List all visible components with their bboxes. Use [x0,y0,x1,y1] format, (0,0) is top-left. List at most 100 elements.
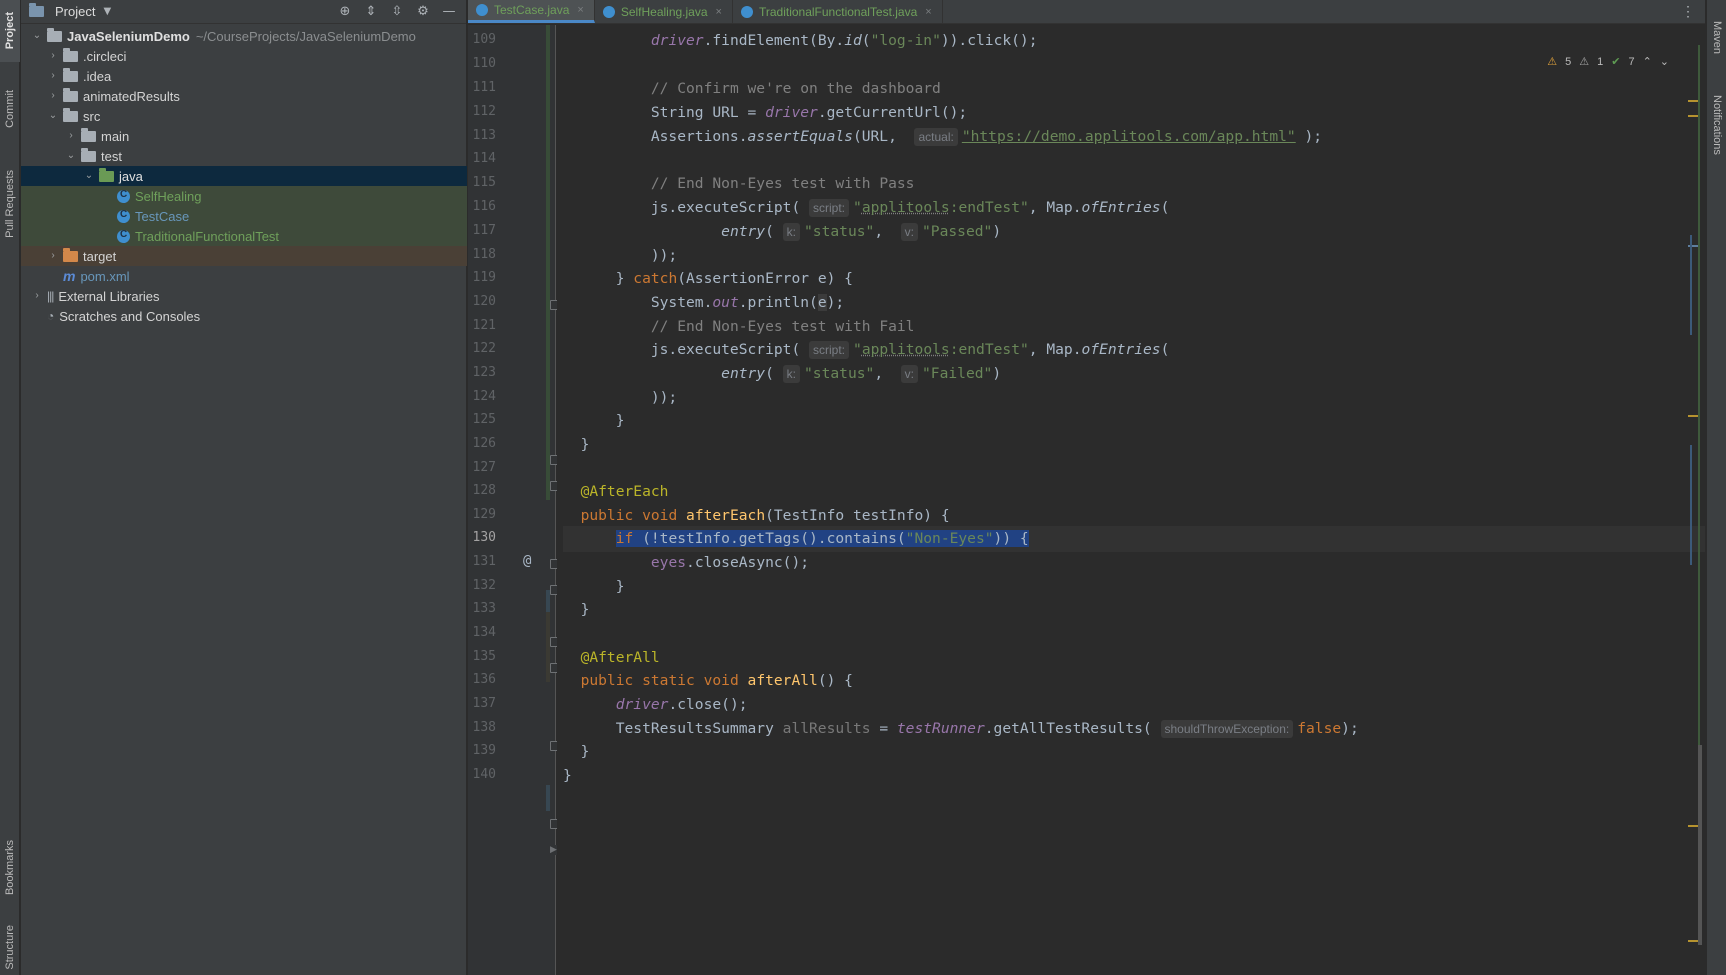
line-number[interactable]: 110 [468,56,496,71]
project-panel-title[interactable]: Project [55,4,95,19]
line-number[interactable]: 127 [468,460,496,475]
line-number[interactable]: 117 [468,223,496,238]
line-number[interactable]: 116 [468,199,496,214]
hide-icon[interactable]: — [442,4,456,19]
tree-item-label: JavaSeleniumDemo [67,28,190,44]
line-number[interactable]: 124 [468,389,496,404]
code-line: driver.close(); [615,696,748,713]
line-number[interactable]: 132 [468,578,496,593]
tree-item-label: java [119,168,143,184]
tree-item-target[interactable]: › target [21,246,467,266]
line-number[interactable]: 114 [468,151,496,166]
tree-item-label: .idea [83,68,112,84]
line-number[interactable]: 123 [468,365,496,380]
line-number[interactable]: 111 [468,80,496,95]
close-icon[interactable]: × [716,6,722,18]
tree-item-java[interactable]: ⌄ java [21,166,467,186]
tab-testcase[interactable]: TestCase.java × [468,0,595,23]
line-number[interactable]: 140 [468,767,496,782]
tool-tab-notifications[interactable]: Notifications [1707,80,1726,170]
line-number[interactable]: 129 [468,507,496,522]
tool-tab-project[interactable]: Project [0,0,20,62]
line-number[interactable]: 120 [468,294,496,309]
tool-tab-maven[interactable]: Maven [1707,8,1726,68]
line-number[interactable]: 113 [468,128,496,143]
parameter-hint: script: [809,341,850,359]
line-number[interactable]: 130 [468,530,496,545]
tree-item-test[interactable]: ⌄ test [21,146,467,166]
tree-item-traditionalfunctionaltest[interactable]: TraditionalFunctionalTest [21,226,467,246]
tree-item-circleci[interactable]: › .circleci [21,46,467,66]
line-number[interactable]: 119 [468,270,496,285]
implemented-annotation-icon[interactable]: @ [523,553,531,569]
line-number[interactable]: 139 [468,743,496,758]
inspection-widget[interactable]: ⚠ 5 ⚠ 1 ✔ 7 ⌃ ⌄ [1547,55,1669,69]
tool-tab-structure[interactable]: Structure [0,920,20,975]
tool-tab-pull-requests[interactable]: Pull Requests [0,158,20,250]
tree-item-root[interactable]: ⌄ JavaSeleniumDemo ~/CourseProjects/Java… [21,26,467,46]
code-editor[interactable]: ⚠ 5 ⚠ 1 ✔ 7 ⌃ ⌄ driver.findElement(By.id("l… [557,25,1705,975]
locate-icon[interactable]: ⊕ [338,4,352,19]
right-tool-strip: Maven Notifications [1706,0,1726,975]
tab-selfhealing[interactable]: SelfHealing.java × [595,0,733,23]
project-icon [29,3,44,17]
chevron-right-icon[interactable]: › [31,290,43,302]
tool-tab-commit[interactable]: Commit [0,78,20,140]
tree-item-animated-results[interactable]: › animatedResults [21,86,467,106]
line-number[interactable]: 122 [468,341,496,356]
line-number[interactable]: 135 [468,649,496,664]
chevron-up-icon[interactable]: ⌃ [1643,55,1652,68]
close-icon[interactable]: × [577,4,583,16]
tree-item-testcase[interactable]: TestCase [21,206,467,226]
close-icon[interactable]: × [925,6,931,18]
code-line: // Confirm we're on the dashboard [650,80,941,97]
line-number[interactable]: 131 [468,554,496,569]
line-number[interactable]: 133 [468,601,496,616]
tree-item-scratches[interactable]: ◔ Scratches and Consoles [21,306,467,326]
line-number[interactable]: 138 [468,720,496,735]
line-number[interactable]: 121 [468,318,496,333]
gear-icon[interactable]: ⚙ [416,4,430,19]
line-number[interactable]: 126 [468,436,496,451]
line-number[interactable]: 137 [468,696,496,711]
collapse-all-icon[interactable]: ⇳ [390,4,404,19]
chevron-down-icon[interactable]: ⌄ [83,170,95,182]
line-number[interactable]: 118 [468,247,496,262]
tool-tab-bookmarks[interactable]: Bookmarks [0,828,20,908]
tree-item-external-libraries[interactable]: › ||| External Libraries [21,286,467,306]
chevron-down-icon[interactable]: ▼ [103,6,111,17]
code-line: eyes.closeAsync(); [650,554,810,571]
scrollbar-thumb[interactable] [1698,745,1702,945]
tree-item-main[interactable]: › main [21,126,467,146]
line-number[interactable]: 109 [468,32,496,47]
line-number[interactable]: 136 [468,672,496,687]
parameter-hint: script: [809,199,850,217]
chevron-right-icon[interactable]: › [47,50,59,62]
more-icon[interactable]: ⋮ [1671,0,1705,23]
line-number[interactable]: 134 [468,625,496,640]
tree-item-selfhealing[interactable]: SelfHealing [21,186,467,206]
tab-traditionalfunctionaltest[interactable]: TraditionalFunctionalTest.java × [733,0,943,23]
line-number[interactable]: 115 [468,175,496,190]
line-number[interactable]: 125 [468,412,496,427]
chevron-down-icon[interactable]: ⌄ [47,110,59,122]
chevron-right-icon[interactable]: › [65,130,77,142]
line-number[interactable]: 128 [468,483,496,498]
expand-all-icon[interactable]: ⇕ [364,4,378,19]
chevron-down-icon[interactable]: ⌄ [65,150,77,162]
chevron-right-icon[interactable]: › [47,90,59,102]
chevron-right-icon[interactable]: › [47,250,59,262]
line-number[interactable]: 112 [468,104,496,119]
tree-item-pom[interactable]: m pom.xml [21,266,467,286]
chevron-down-icon[interactable]: ⌄ [1660,55,1669,68]
tab-label: TraditionalFunctionalTest.java [758,4,918,19]
chevron-right-icon[interactable]: › [47,70,59,82]
chevron-down-icon[interactable]: ⌄ [31,30,43,42]
vcs-stripe [1690,235,1692,335]
tree-item-src[interactable]: ⌄ src [21,106,467,126]
code-line: System.out.println(e); [563,294,845,311]
tree-item-label: SelfHealing [135,188,202,204]
code-line: } [563,436,590,453]
error-stripe[interactable] [1686,25,1702,975]
tree-item-idea[interactable]: › .idea [21,66,467,86]
